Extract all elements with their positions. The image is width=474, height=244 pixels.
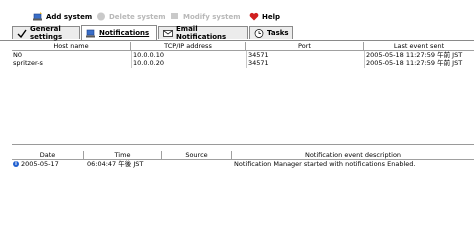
tcpip-cell: 10.0.0.20 — [133, 59, 165, 67]
description-cell: Notification Manager started with notifi… — [234, 160, 416, 168]
help-button[interactable]: Help — [249, 11, 280, 22]
table-row[interactable]: spritzer-s 10.0.0.20 34571 2005-05-18 11… — [12, 59, 474, 67]
add-system-button[interactable]: Add system — [33, 11, 92, 22]
last-event-cell: 2005-05-18 11:27:59 午前 JST — [366, 51, 463, 59]
tab-bar: General settings Notifications Email Not… — [0, 24, 474, 41]
info-icon: i — [13, 161, 19, 167]
column-host-name[interactable]: Host name — [12, 42, 131, 50]
add-system-icon — [33, 12, 43, 21]
column-time[interactable]: Time — [84, 151, 162, 159]
time-cell: 06:04:47 午後 JST — [87, 160, 144, 168]
port-cell: 34571 — [248, 51, 269, 59]
modify-system-button[interactable]: Modify system — [170, 11, 241, 22]
source-cell — [163, 160, 232, 168]
systems-table-header: Host name TCP/IP address Port Last event… — [12, 42, 474, 51]
events-table: Date Time Source Notification event desc… — [12, 151, 474, 244]
date-cell: i 2005-05-17 — [12, 160, 84, 168]
column-tcpip-address[interactable]: TCP/IP address — [131, 42, 246, 50]
toolbar: Add system Delete system Modify system H… — [0, 0, 474, 24]
delete-system-icon — [96, 12, 106, 21]
add-system-label: Add system — [46, 12, 93, 21]
tab-tasks[interactable]: Tasks — [249, 26, 293, 39]
host-name-cell: N0 — [13, 51, 22, 59]
table-row[interactable]: N0 10.0.0.10 34571 2005-05-18 11:27:59 午… — [12, 51, 474, 59]
notifications-icon — [86, 29, 96, 38]
column-date[interactable]: Date — [12, 151, 84, 159]
tab-general-settings[interactable]: General settings — [12, 25, 80, 41]
column-last-event-sent[interactable]: Last event sent — [364, 42, 474, 50]
help-icon — [249, 12, 259, 21]
delete-system-button[interactable]: Delete system — [96, 11, 166, 22]
column-event-description[interactable]: Notification event description — [232, 151, 474, 159]
modify-system-label: Modify system — [183, 12, 241, 21]
tab-email-notifications[interactable]: Email Notifications — [158, 25, 248, 41]
help-label: Help — [262, 12, 281, 21]
tab-notifications[interactable]: Notifications — [81, 25, 157, 40]
split-pane-divider[interactable] — [12, 144, 474, 145]
port-cell: 34571 — [248, 59, 269, 67]
email-icon — [163, 29, 173, 38]
column-source[interactable]: Source — [162, 151, 232, 159]
delete-system-label: Delete system — [109, 12, 166, 21]
table-row[interactable]: i 2005-05-17 06:04:47 午後 JST Notification… — [12, 160, 474, 168]
modify-system-icon — [170, 12, 180, 21]
notification-manager-window: Add system Delete system Modify system H… — [0, 0, 474, 244]
events-table-header: Date Time Source Notification event desc… — [12, 151, 474, 160]
clock-icon — [254, 28, 264, 38]
checkmark-icon — [17, 29, 27, 38]
column-port[interactable]: Port — [246, 42, 364, 50]
last-event-cell: 2005-05-18 11:27:59 午前 JST — [366, 59, 463, 67]
date-value: 2005-05-17 — [21, 160, 59, 168]
host-name-cell: spritzer-s — [13, 59, 43, 67]
systems-table: Host name TCP/IP address Port Last event… — [12, 42, 474, 143]
tcpip-cell: 10.0.0.10 — [133, 51, 165, 59]
